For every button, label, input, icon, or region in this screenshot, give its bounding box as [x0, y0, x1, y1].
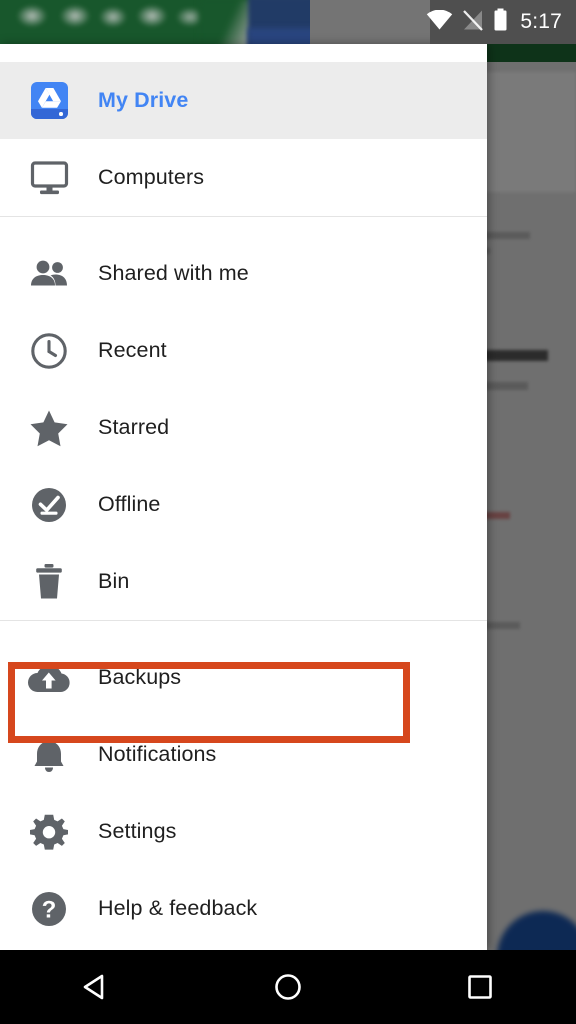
drawer-group-spacer	[0, 217, 487, 235]
drawer-item-notifications[interactable]: Notifications	[0, 716, 487, 793]
computer-monitor-icon	[0, 160, 98, 196]
statusbar-scrim	[0, 0, 576, 44]
help-circle-icon: ?	[0, 890, 98, 928]
drawer-item-offline[interactable]: Offline	[0, 466, 487, 543]
drawer-item-my-drive[interactable]: My Drive	[0, 62, 487, 139]
star-icon	[0, 409, 98, 447]
back-triangle-icon[interactable]	[56, 950, 136, 1024]
clock-icon	[0, 332, 98, 370]
drawer-item-recent[interactable]: Recent	[0, 312, 487, 389]
drawer-item-label: Recent	[98, 338, 167, 362]
gear-icon	[0, 813, 98, 851]
drawer-top-spacer	[0, 44, 487, 62]
drawer-item-shared-with-me[interactable]: Shared with me	[0, 235, 487, 312]
cloud-upload-icon	[0, 663, 98, 693]
drive-icon	[0, 82, 98, 119]
drawer-item-label: Settings	[98, 819, 177, 843]
drawer-item-backups[interactable]: Backups	[0, 639, 487, 716]
phone-screen: 5:17 My Drive Computers Shared with me R…	[0, 0, 576, 1024]
trash-icon	[0, 563, 98, 601]
drawer-item-starred[interactable]: Starred	[0, 389, 487, 466]
drawer-item-settings[interactable]: Settings	[0, 793, 487, 870]
drawer-item-computers[interactable]: Computers	[0, 139, 487, 216]
navigation-drawer: My Drive Computers Shared with me Recent…	[0, 44, 487, 950]
drawer-item-bin[interactable]: Bin	[0, 543, 487, 620]
home-circle-icon[interactable]	[248, 950, 328, 1024]
offline-check-icon	[0, 486, 98, 524]
svg-text:?: ?	[42, 896, 57, 923]
drawer-group-spacer	[0, 621, 487, 639]
drawer-item-label: Bin	[98, 569, 130, 593]
drawer-item-label: My Drive	[98, 88, 189, 112]
drawer-item-help-and-feedback[interactable]: ? Help & feedback	[0, 870, 487, 947]
drawer-item-label: Notifications	[98, 742, 217, 766]
drawer-item-label: Offline	[98, 492, 161, 516]
drawer-item-label: Help & feedback	[98, 896, 258, 920]
bell-icon	[0, 736, 98, 774]
drawer-item-label: Starred	[98, 415, 170, 439]
people-icon	[0, 260, 98, 288]
drawer-item-label: Backups	[98, 665, 182, 689]
recents-square-icon[interactable]	[440, 950, 520, 1024]
android-navigation-bar	[0, 950, 576, 1024]
drawer-item-label: Shared with me	[98, 261, 249, 285]
drawer-item-label: Computers	[98, 165, 205, 189]
